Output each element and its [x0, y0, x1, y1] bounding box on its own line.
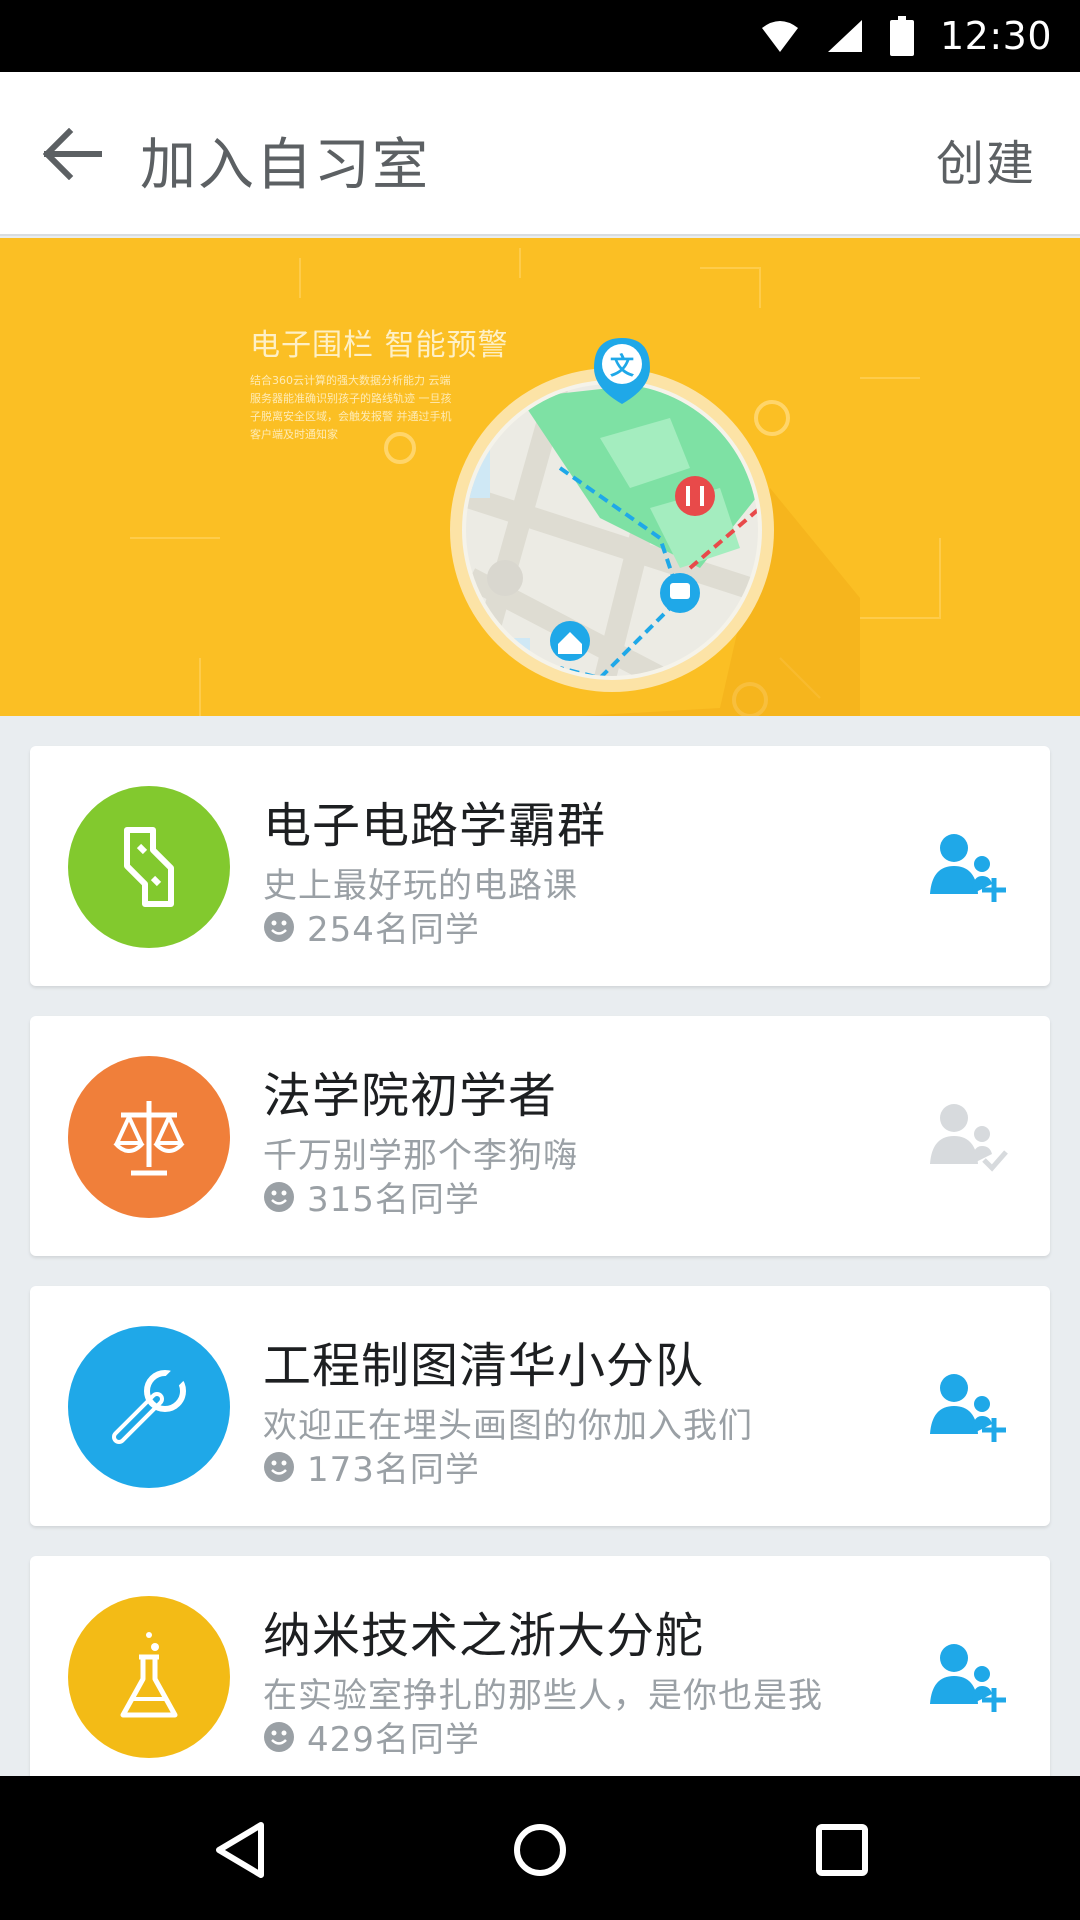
member-count: 429名同学: [307, 1720, 480, 1760]
room-title: 工程制图清华小分队: [263, 1338, 705, 1394]
room-card[interactable]: 法学院初学者 千万别学那个李狗嗨 315名同学: [30, 1016, 1050, 1256]
room-title: 电子电路学霸群: [263, 798, 607, 854]
banner-description: 结合360云计算的强大数据分析能力 云端服务器能准确识别孩子的路线轨迹 一旦孩子…: [250, 374, 452, 441]
member-count: 254名同学: [307, 910, 480, 950]
circuit-icon: [124, 827, 174, 907]
smiley-icon: [264, 1181, 294, 1212]
home-circle-icon: [514, 1824, 566, 1876]
member-count: 315名同学: [307, 1180, 480, 1220]
battery-icon: [889, 16, 914, 56]
smiley-icon: [264, 1721, 294, 1752]
smiley-icon: [264, 1451, 294, 1482]
room-description: 千万别学那个李狗嗨: [263, 1136, 578, 1176]
nav-back-button[interactable]: [208, 1818, 272, 1882]
room-avatar: [68, 786, 230, 948]
nav-recents-button[interactable]: [810, 1818, 874, 1882]
recents-square-icon: [816, 1824, 868, 1876]
room-card[interactable]: 电子电路学霸群 史上最好玩的电路课 254名同学: [30, 746, 1050, 986]
user-check-icon[interactable]: [928, 1098, 1008, 1174]
promo-banner[interactable]: 文 电子围栏 智能预警 结合360云计算的强大数据分析能力 云端服务器能准确识别…: [0, 238, 1080, 716]
back-triangle-icon: [216, 1822, 264, 1878]
banner-illustration: 文: [130, 248, 941, 716]
back-button[interactable]: [38, 122, 108, 186]
nav-home-button[interactable]: [508, 1818, 572, 1882]
add-user-icon[interactable]: [928, 1638, 1008, 1714]
room-description: 欢迎正在埋头画图的你加入我们: [263, 1406, 753, 1446]
add-user-icon[interactable]: [928, 828, 1008, 904]
room-avatar: [68, 1596, 230, 1758]
svg-text:文: 文: [610, 352, 635, 380]
scales-icon: [113, 1101, 185, 1176]
arrow-left-icon: [43, 128, 102, 180]
room-members: 173名同学: [263, 1442, 480, 1491]
add-user-icon[interactable]: [928, 1368, 1008, 1444]
room-card[interactable]: 纳米技术之浙大分舵 在实验室挣扎的那些人，是你也是我 429名同学: [30, 1556, 1050, 1796]
room-title: 法学院初学者: [263, 1068, 558, 1124]
smiley-icon: [264, 911, 294, 942]
room-avatar: [68, 1056, 230, 1218]
status-time: 12:30: [939, 14, 1052, 58]
room-avatar: [68, 1326, 230, 1488]
room-members: 254名同学: [263, 902, 480, 951]
room-description: 在实验室挣扎的那些人，是你也是我: [263, 1676, 823, 1716]
status-icons: 12:30: [760, 12, 1052, 60]
status-bar: 12:30: [0, 0, 1080, 72]
app-bar: 加入自习室 创建: [0, 72, 1080, 236]
room-title: 纳米技术之浙大分舵: [263, 1608, 705, 1664]
wrench-icon: [112, 1365, 188, 1444]
wifi-icon: [761, 21, 798, 52]
page-title: 加入自习室: [140, 133, 430, 198]
member-count: 173名同学: [307, 1450, 480, 1490]
room-description: 史上最好玩的电路课: [263, 866, 578, 906]
cell-signal-icon: [827, 20, 862, 52]
create-button[interactable]: 创建: [936, 124, 1036, 194]
room-members: 315名同学: [263, 1172, 480, 1221]
banner-headline: 电子围栏 智能预警: [250, 328, 509, 363]
flask-icon: [120, 1632, 178, 1718]
screen: 12:30 加入自习室 创建 文 电子围栏 智能预警 结合360云计算的强大数据…: [0, 0, 1080, 1920]
system-nav-bar: [0, 1776, 1080, 1920]
room-members: 429名同学: [263, 1712, 480, 1761]
room-card[interactable]: 工程制图清华小分队 欢迎正在埋头画图的你加入我们 173名同学: [30, 1286, 1050, 1526]
